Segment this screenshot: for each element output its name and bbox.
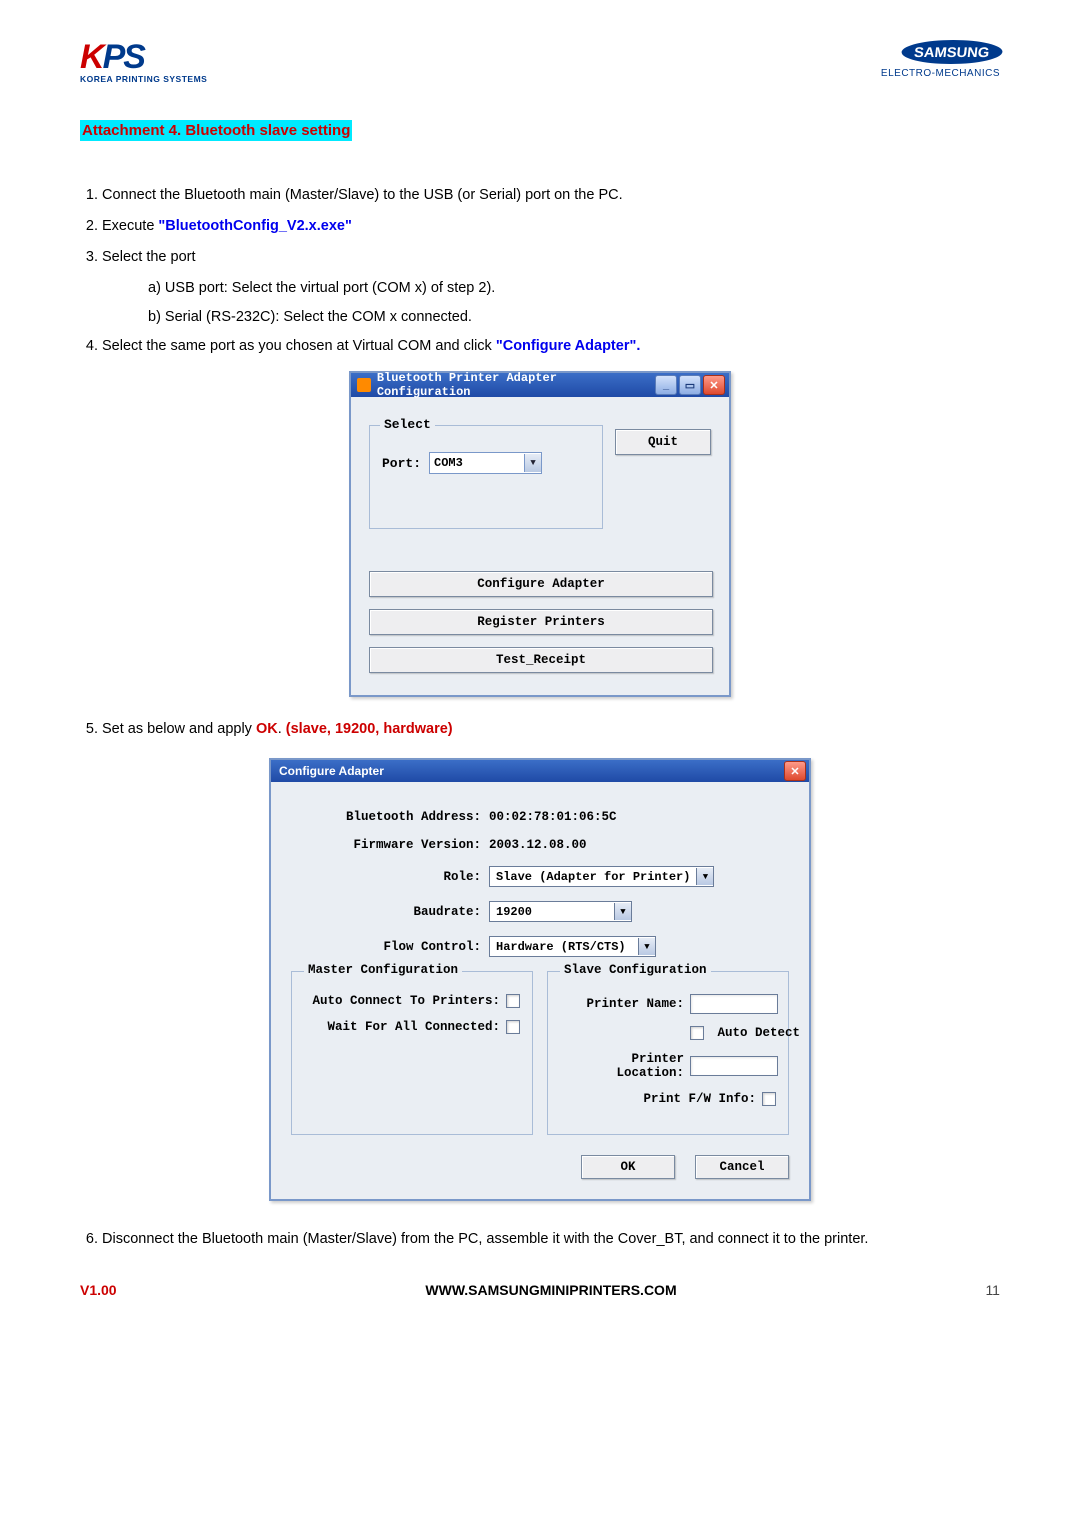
master-legend: Master Configuration (304, 963, 462, 977)
flow-combo[interactable]: Hardware (RTS/CTS) ▼ (489, 936, 656, 957)
minimize-icon[interactable]: _ (655, 375, 677, 395)
footer-page: 11 (985, 1282, 1000, 1298)
samsung-logo-subtitle: ELECTRO-MECHANICS (881, 68, 1000, 79)
role-value: Slave (Adapter for Printer) (490, 870, 696, 884)
step-2: Execute "BluetoothConfig_V2.x.exe" (102, 212, 1000, 241)
wait-all-checkbox[interactable] (506, 1020, 520, 1034)
firmware-label: Firmware Version: (291, 838, 489, 852)
slave-legend: Slave Configuration (560, 963, 711, 977)
firmware-value: 2003.12.08.00 (489, 838, 587, 852)
chevron-down-icon[interactable]: ▼ (524, 454, 541, 472)
maximize-icon[interactable]: ▭ (679, 375, 701, 395)
kps-logo: KPS KOREA PRINTING SYSTEMS (80, 40, 207, 84)
cancel-button[interactable]: Cancel (695, 1155, 789, 1179)
printer-location-label: Printer Location: (560, 1052, 690, 1080)
step-1: Connect the Bluetooth main (Master/Slave… (102, 181, 1000, 210)
footer-version: V1.00 (80, 1282, 117, 1298)
samsung-logo: SAMSUNG ELECTRO-MECHANICS (881, 40, 1000, 79)
win2-title: Configure Adapter (279, 764, 384, 778)
bt-address-value: 00:02:78:01:06:5C (489, 810, 617, 824)
win1-titlebar[interactable]: Bluetooth Printer Adapter Configuration … (351, 373, 729, 397)
chevron-down-icon[interactable]: ▼ (614, 903, 631, 920)
flow-value: Hardware (RTS/CTS) (490, 940, 638, 954)
step-5: Set as below and apply OK. (slave, 19200… (102, 715, 1000, 744)
baud-label: Baudrate: (291, 905, 489, 919)
auto-detect-label: Auto Detect (718, 1026, 801, 1040)
win2-titlebar[interactable]: Configure Adapter ✕ (271, 760, 809, 782)
footer-url: WWW.SAMSUNGMINIPRINTERS.COM (425, 1282, 676, 1298)
step-3a: a) USB port: Select the virtual port (CO… (148, 274, 1000, 303)
kps-logo-subtitle: KOREA PRINTING SYSTEMS (80, 74, 207, 84)
role-combo[interactable]: Slave (Adapter for Printer) ▼ (489, 866, 714, 887)
printer-location-input[interactable] (690, 1056, 778, 1076)
chevron-down-icon[interactable]: ▼ (696, 868, 713, 885)
bt-address-label: Bluetooth Address: (291, 810, 489, 824)
baud-combo[interactable]: 19200 ▼ (489, 901, 632, 922)
baud-value: 19200 (490, 905, 614, 919)
printer-name-input[interactable] (690, 994, 778, 1014)
port-label: Port: (382, 456, 421, 471)
step-3b: b) Serial (RS-232C): Select the COM x co… (148, 303, 1000, 332)
register-printers-button[interactable]: Register Printers (369, 609, 713, 635)
role-label: Role: (291, 870, 489, 884)
ok-button[interactable]: OK (581, 1155, 675, 1179)
slave-config-group: Slave Configuration Printer Name: Auto D… (547, 971, 789, 1135)
configure-adapter-window: Configure Adapter ✕ Bluetooth Address: 0… (269, 758, 811, 1201)
section-heading: Attachment 4. Bluetooth slave setting (80, 120, 352, 141)
auto-connect-label: Auto Connect To Printers: (304, 994, 506, 1008)
printer-name-label: Printer Name: (560, 997, 690, 1011)
auto-connect-checkbox[interactable] (506, 994, 520, 1008)
flow-label: Flow Control: (291, 940, 489, 954)
wait-all-label: Wait For All Connected: (304, 1020, 506, 1034)
chevron-down-icon[interactable]: ▼ (638, 938, 655, 955)
app-icon (357, 378, 371, 392)
port-input[interactable] (430, 456, 524, 470)
step-2-link: "BluetoothConfig_V2.x.exe" (158, 218, 351, 234)
configure-adapter-button[interactable]: Configure Adapter (369, 571, 713, 597)
close-icon[interactable]: ✕ (703, 375, 725, 395)
quit-button[interactable]: Quit (615, 429, 711, 455)
step-3: Select the port (102, 243, 1000, 272)
step-4: Select the same port as you chosen at Vi… (102, 332, 1000, 361)
close-icon[interactable]: ✕ (784, 761, 806, 781)
master-config-group: Master Configuration Auto Connect To Pri… (291, 971, 533, 1135)
bluetooth-config-window: Bluetooth Printer Adapter Configuration … (349, 371, 731, 697)
step-4-link: "Configure Adapter". (496, 338, 641, 354)
auto-detect-checkbox[interactable] (690, 1026, 704, 1040)
win1-title: Bluetooth Printer Adapter Configuration (377, 371, 655, 399)
print-fw-checkbox[interactable] (762, 1092, 776, 1106)
test-receipt-button[interactable]: Test_Receipt (369, 647, 713, 673)
samsung-logo-main: SAMSUNG (901, 40, 1004, 64)
select-legend: Select (380, 417, 435, 432)
print-fw-label: Print F/W Info: (560, 1092, 762, 1106)
step-6: Disconnect the Bluetooth main (Master/Sl… (102, 1225, 1000, 1254)
port-combo[interactable]: ▼ (429, 452, 542, 474)
